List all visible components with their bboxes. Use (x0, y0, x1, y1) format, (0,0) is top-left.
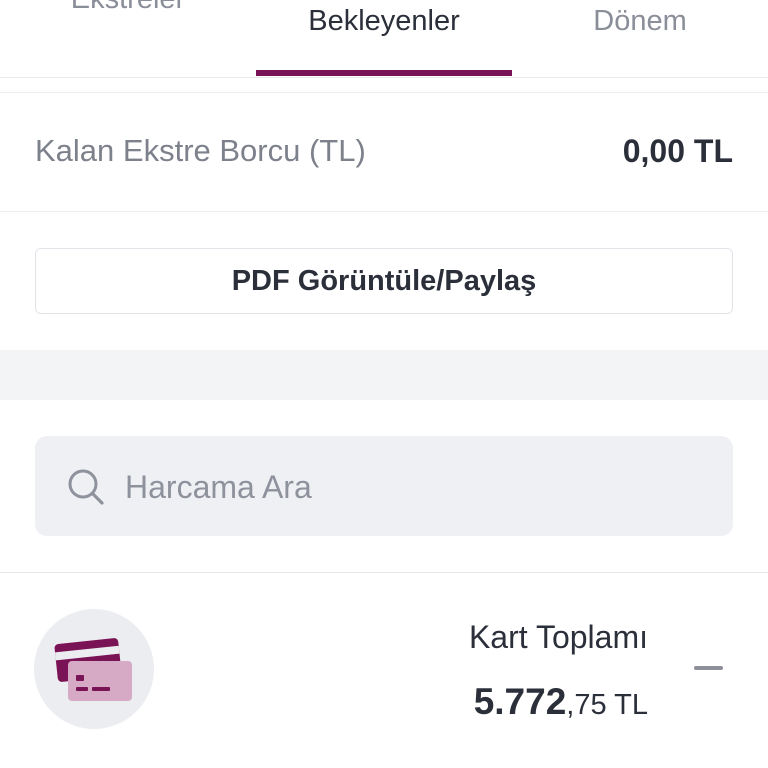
search-icon (68, 469, 104, 505)
tab-bekleyenler-label: Bekleyenler (308, 5, 460, 37)
card-total-row[interactable]: Kart Toplamı 5.772,75 TL (0, 573, 768, 768)
tab-bar: Ekstreler Bekleyenler Dönem (0, 0, 768, 78)
tab-ekstreler-label: Ekstreler (0, 0, 256, 16)
card-avatar (34, 609, 154, 729)
card-total-currency: TL (606, 689, 648, 721)
statement-balance-label: Kalan Ekstre Borcu (TL) (35, 133, 366, 168)
collapse-icon[interactable] (694, 666, 723, 670)
tab-ekstreler[interactable]: Ekstreler (0, 0, 256, 56)
tab-bekleyenler[interactable]: Bekleyenler (256, 0, 512, 78)
card-total-amount: 5.772,75 TL (474, 681, 648, 723)
tab-donem-label: Dönem (593, 5, 687, 37)
search-placeholder: Harcama Ara (125, 469, 312, 505)
section-separator (0, 350, 768, 400)
card-total-amount-decimal: ,75 (566, 689, 607, 721)
active-tab-indicator (256, 70, 512, 76)
statement-balance-value: 0,00 TL (622, 133, 733, 169)
card-total-amount-main: 5.772 (473, 681, 567, 722)
pdf-view-share-button[interactable]: PDF Görüntüle/Paylaş (35, 248, 733, 314)
credit-card-icon (54, 638, 132, 701)
tab-donem[interactable]: Dönem (512, 0, 768, 78)
statement-balance-row: Kalan Ekstre Borcu (TL) 0,00 TL (0, 92, 768, 212)
search-input[interactable]: Harcama Ara (35, 436, 733, 536)
card-total-label: Kart Toplamı (468, 619, 648, 655)
